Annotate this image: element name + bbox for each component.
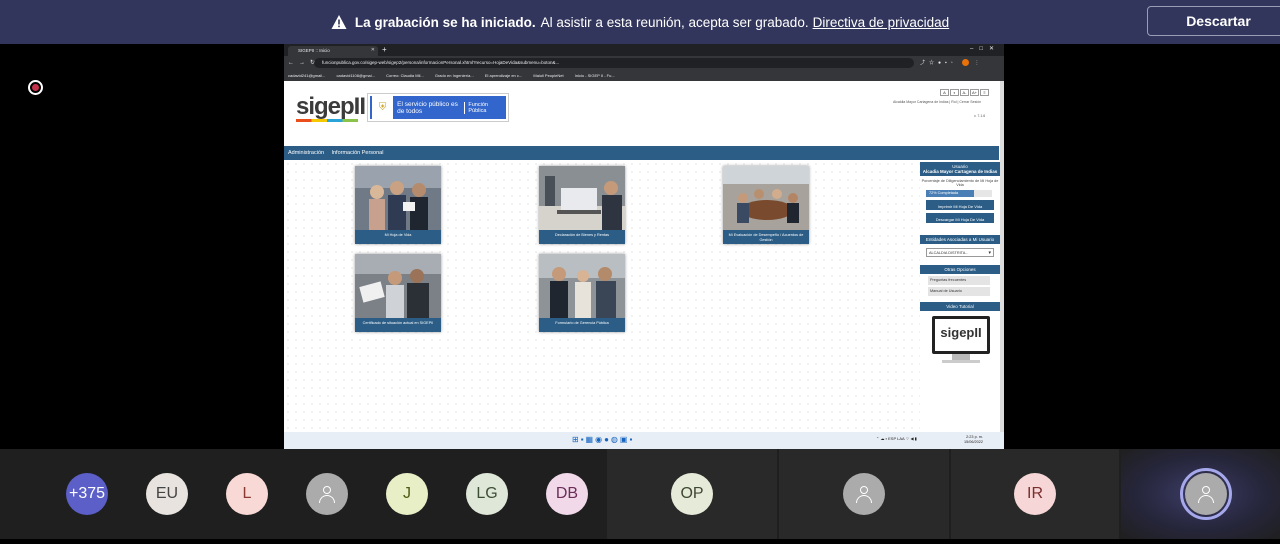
faq-link[interactable]: Preguntas frecuentes xyxy=(928,276,990,285)
entities-header: Entidades Asociadas a Mi Usuario xyxy=(920,235,1000,244)
bookmark-item[interactable]: Correo: Claudia Mil... xyxy=(386,73,424,78)
print-cv-button[interactable]: Imprimir Mi Hoja De Vida xyxy=(926,200,994,210)
gov-slogan: El servicio público es de todos xyxy=(397,100,458,115)
documents-photo-icon xyxy=(355,254,441,318)
recording-banner: La grabación se ha iniciado. Al asistir … xyxy=(0,0,1280,44)
gov-badge: ⛨ El servicio público es de todos Funció… xyxy=(367,93,509,122)
person-icon xyxy=(1196,484,1216,504)
card-certificado-situacion[interactable]: Certificado de situación actual en SIGEP… xyxy=(355,254,441,332)
progress-label: Porcentaje de Diligenciamiento de Mi Hoj… xyxy=(921,179,999,187)
card-label: Mi Hoja de Vida xyxy=(355,230,441,244)
taskbar-clock[interactable]: 2:23 p. m. 15/06/2022 xyxy=(964,435,983,445)
accessibility-toolbar: A ◐ A- A+ ≡ xyxy=(939,89,989,96)
banner-message: Al asistir a esta reunión, acepta ser gr… xyxy=(540,14,809,30)
bookmark-item[interactable]: Grado en Ingeniería... xyxy=(435,73,474,78)
menu-icon[interactable]: ≡ xyxy=(980,89,989,96)
more-participants-button[interactable]: +375 xyxy=(66,473,108,515)
recording-indicator-icon xyxy=(28,80,43,95)
card-label: Certificado de situación actual en SIGEP… xyxy=(355,318,441,332)
font-increase-icon[interactable]: A+ xyxy=(970,89,979,96)
bookmark-item[interactable]: El aprendizaje en c... xyxy=(485,73,522,78)
user-manual-link[interactable]: Manual de Usuario xyxy=(928,287,990,296)
font-decrease-icon[interactable]: A- xyxy=(960,89,969,96)
download-cv-button[interactable]: Descargar Mi Hoja De Vida xyxy=(926,213,994,223)
chevron-down-icon: ▾ xyxy=(988,250,991,256)
bookmark-item[interactable]: Maluli PeopleNet xyxy=(533,73,563,78)
window-controls[interactable]: –□✕ xyxy=(970,45,1000,52)
user-name: Alcadia Mayor Cartagena de Indias xyxy=(922,169,998,174)
address-bar: ←→↻ funcionpublica.gov.co/sigep-web/sige… xyxy=(284,56,1004,70)
page-scrollbar[interactable] xyxy=(1000,81,1004,432)
browser-tab-bar: SIGEPII :: Inicio ✕ + –□✕ xyxy=(284,44,1004,56)
banner-title: La grabación se ha iniciado. xyxy=(354,14,536,30)
shared-screen: SIGEPII :: Inicio ✕ + –□✕ ←→↻ funcionpub… xyxy=(284,44,1004,449)
monitor-icon: sigepII xyxy=(932,316,990,354)
progress-text: 72% Completada xyxy=(929,191,959,195)
dashboard-grid: Mi Hoja de Vida Declaración de Bienes y … xyxy=(284,160,920,432)
participant-avatar[interactable]: EU xyxy=(146,473,188,515)
participant-avatar[interactable]: LG xyxy=(466,473,508,515)
teams-meeting-window: La grabación se ha iniciado. Al asistir … xyxy=(0,0,1280,544)
people-photo-icon xyxy=(355,166,441,230)
menu-item-informacion-personal[interactable]: Información Personal xyxy=(327,146,383,156)
privacy-policy-link[interactable]: Directiva de privacidad xyxy=(813,15,950,30)
card-bienes-rentas[interactable]: Declaración de Bienes y Rentas xyxy=(539,166,625,244)
person-icon xyxy=(854,484,874,504)
card-label: Declaración de Bienes y Rentas xyxy=(539,230,625,244)
participant-avatar[interactable]: J xyxy=(386,473,428,515)
video-tutorial-header: Video Tutorial xyxy=(920,302,1000,311)
funcion-publica-label: Función Pública xyxy=(464,101,506,114)
contrast-icon[interactable]: ◐ xyxy=(950,89,959,96)
card-label: Formulario de Gerencia Pública xyxy=(539,318,625,332)
participant-avatar[interactable]: IR xyxy=(1014,473,1056,515)
windows-taskbar: ⊞▪▦◉●◍▣▪ ⌃ ☁ ▪ ESP LAA ⌔ ◀ ▮ 2:23 p. m. … xyxy=(284,432,1004,449)
card-evaluacion-desempeno[interactable]: Mi Evaluación de Desempeño / Acuerdos de… xyxy=(723,166,809,244)
participant-avatar-active-speaker[interactable] xyxy=(1180,468,1232,520)
version-label: v. 7.1.6 xyxy=(974,114,986,118)
taskbar-apps-icon[interactable]: ⊞▪▦◉●◍▣▪ xyxy=(572,435,634,444)
card-hoja-de-vida[interactable]: Mi Hoja de Vida xyxy=(355,166,441,244)
team-photo-icon xyxy=(539,254,625,318)
main-menu: Administración Información Personal xyxy=(284,146,999,160)
participant-avatar[interactable]: DB xyxy=(546,473,588,515)
bookmark-item[interactable]: Inicio - SIGEP II - Fu... xyxy=(575,73,615,78)
warning-icon xyxy=(331,15,347,29)
profile-icon[interactable] xyxy=(961,59,969,67)
tab-title: SIGEPII :: Inicio xyxy=(298,48,330,53)
participant-avatar[interactable] xyxy=(306,473,348,515)
participant-avatar[interactable]: L xyxy=(226,473,268,515)
browser-tab[interactable]: SIGEPII :: Inicio ✕ xyxy=(288,46,378,56)
card-label: Mi Evaluación de Desempeño / Acuerdos de… xyxy=(723,230,809,244)
bookmarks-bar: cadavid241@gmail... cadavid1108@gmai... … xyxy=(284,70,1004,81)
dismiss-button[interactable]: Descartar xyxy=(1147,6,1280,36)
system-tray[interactable]: ⌃ ☁ ▪ ESP LAA ⌔ ◀ ▮ xyxy=(876,436,917,442)
video-tutorial-thumbnail[interactable]: sigepII xyxy=(928,314,992,366)
sidebar: Usuario Alcadia Mayor Cartagena de India… xyxy=(920,160,1000,432)
close-icon[interactable]: ✕ xyxy=(371,47,375,53)
progress-bar: 72% Completada xyxy=(926,190,992,197)
url-input[interactable]: funcionpublica.gov.co/sigep-web/sigep2/p… xyxy=(314,58,914,68)
meeting-photo-icon xyxy=(723,166,809,230)
user-session-line[interactable]: Alcaldia Mayor Cartagena de Indias | Rol… xyxy=(893,100,993,104)
new-tab-icon[interactable]: + xyxy=(382,45,387,54)
participant-strip: +375 EU L J LG DB OP IR xyxy=(0,449,1280,539)
participant-avatar[interactable]: OP xyxy=(671,473,713,515)
site-header: sigepII ⛨ El servicio público es de todo… xyxy=(284,81,1000,145)
sigep-logo[interactable]: sigepII xyxy=(296,93,366,122)
user-header: Usuario Alcadia Mayor Cartagena de India… xyxy=(920,162,1000,176)
menu-item-administracion[interactable]: Administración xyxy=(284,146,324,156)
card-gerencia-publica[interactable]: Formulario de Gerencia Pública xyxy=(539,254,625,332)
other-options-header: Otras Opciones xyxy=(920,265,1000,274)
laptop-photo-icon xyxy=(539,166,625,230)
extensions-icon[interactable]: ⤴☆●▪▫ ⋮ xyxy=(920,59,983,67)
person-icon xyxy=(317,484,337,504)
accessibility-icon[interactable]: A xyxy=(940,89,949,96)
bookmark-item[interactable]: cadavid241@gmail... xyxy=(288,73,325,78)
entity-select[interactable]: ALCALDIA DISTRITA... ▾ xyxy=(926,248,994,257)
participant-avatar[interactable] xyxy=(843,473,885,515)
colombia-shield-icon: ⛨ xyxy=(372,96,394,119)
bookmark-item[interactable]: cadavid1108@gmai... xyxy=(337,73,375,78)
